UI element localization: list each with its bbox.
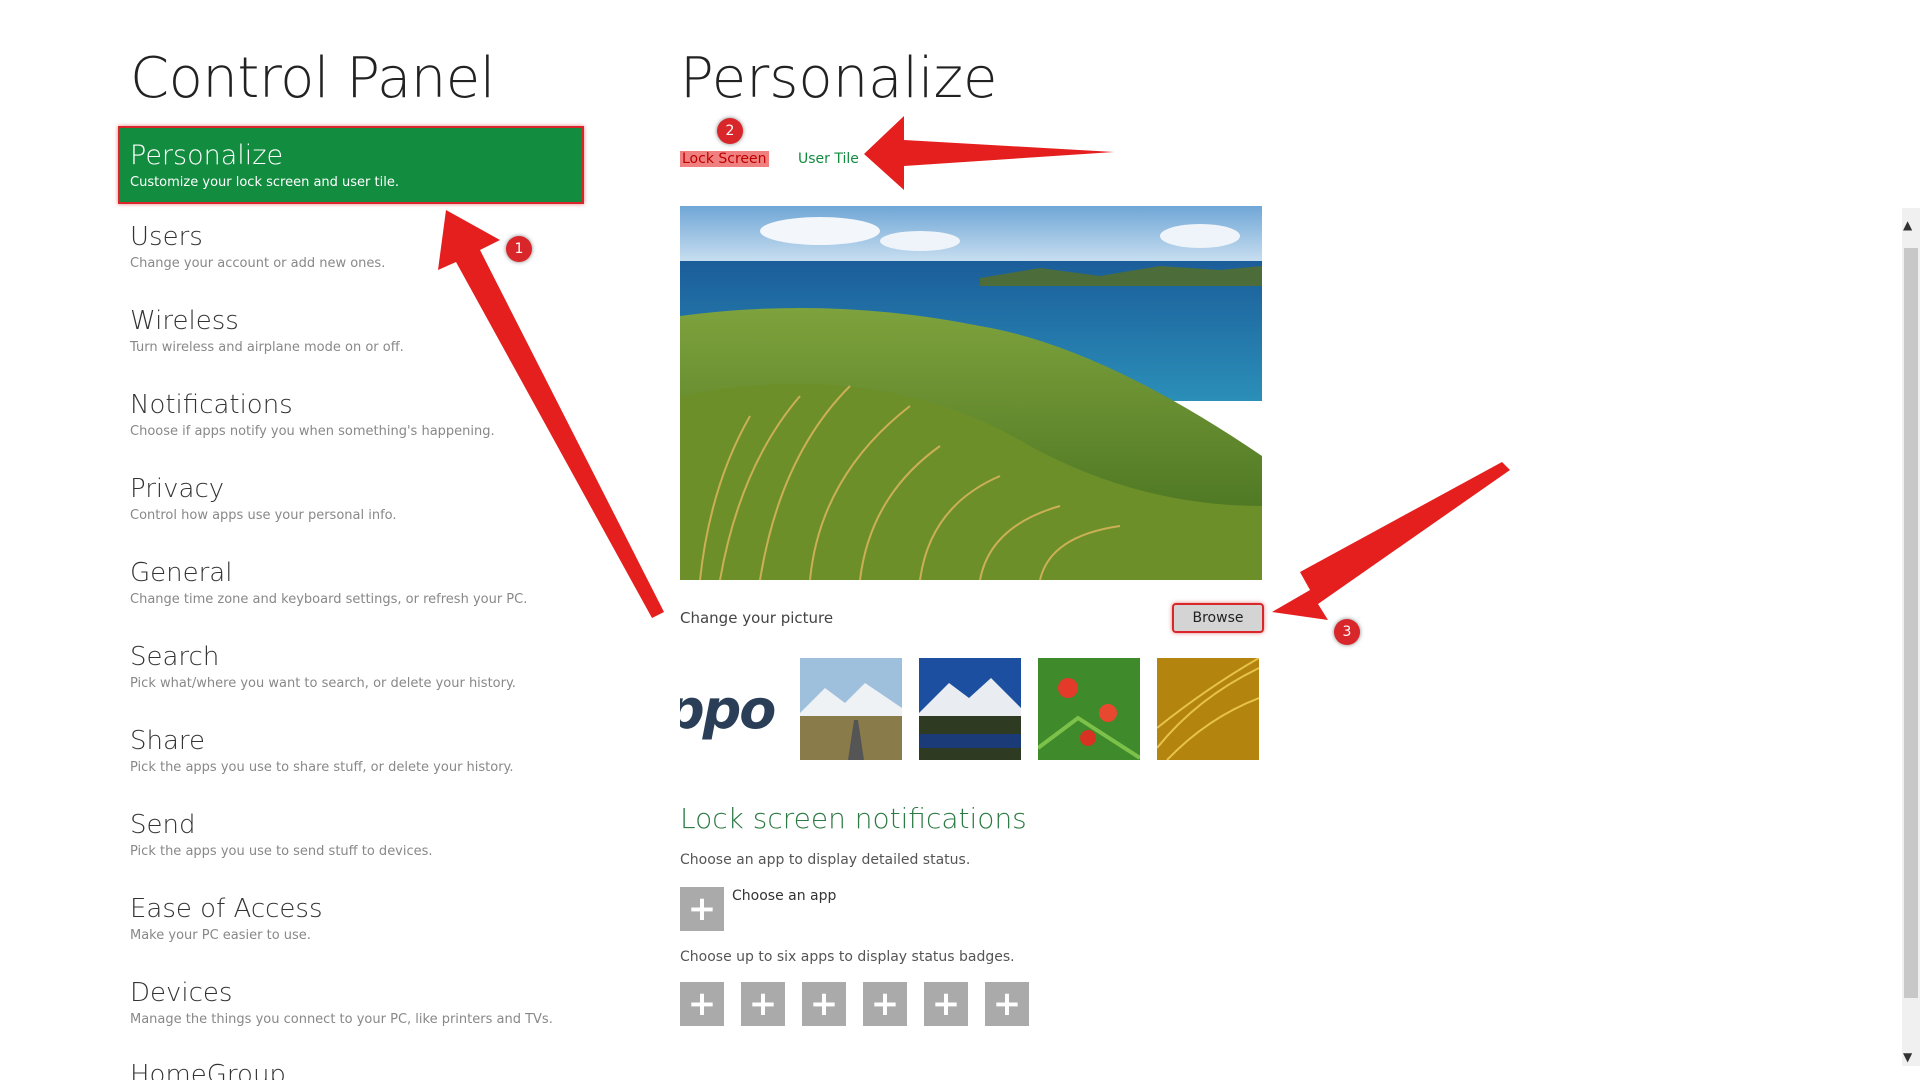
nav-desc: Make your PC easier to use. [130,928,311,943]
nav-desc: Turn wireless and airplane mode on or of… [130,340,404,355]
choose-app-button[interactable]: + [680,887,724,931]
nav-label: Wireless [130,306,239,336]
nav-desc: Control how apps use your personal info. [130,508,397,523]
nav-label: Devices [130,978,233,1008]
thumbnail-3[interactable] [919,658,1021,760]
nav-homegroup[interactable]: HomeGroup [130,1060,580,1080]
nav-ease-of-access[interactable]: Ease of Access Make your PC easier to us… [130,894,580,943]
nav-desc: Choose if apps notify you when something… [130,424,495,439]
nav-label: Privacy [130,474,225,504]
nav-desc: Customize your lock screen and user tile… [130,175,399,190]
nav-desc: Change time zone and keyboard settings, … [130,592,528,607]
nav-label: Search [130,642,220,672]
nav-desc: Pick what/where you want to search, or d… [130,676,516,691]
nav-notifications[interactable]: Notifications Choose if apps notify you … [130,390,580,439]
nav-send[interactable]: Send Pick the apps you use to send stuff… [130,810,580,859]
change-picture-label: Change your picture [680,609,834,627]
nav-share[interactable]: Share Pick the apps you use to share stu… [130,726,580,775]
add-badge-app-button[interactable]: + [680,982,724,1026]
thumb-logo-text: ppo [680,677,776,741]
thumbnail-5[interactable] [1157,658,1259,760]
nav-desc: Pick the apps you use to send stuff to d… [130,844,433,859]
control-panel-title: Control Panel [130,46,495,111]
nav-label: Share [130,726,206,756]
nav-label: Ease of Access [130,894,323,924]
page-title: Personalize [680,46,998,111]
nav-privacy[interactable]: Privacy Control how apps use your person… [130,474,580,523]
tab-user-tile[interactable]: User Tile [798,151,859,167]
nav-desc: Manage the things you connect to your PC… [130,1012,553,1027]
add-badge-app-button[interactable]: + [802,982,846,1026]
nav-label: Notifications [130,390,293,420]
annotation-badge-3: 3 [1334,619,1360,645]
nav-label: Send [130,810,196,840]
tab-lock-screen[interactable]: Lock Screen [680,151,769,167]
nav-label: HomeGroup [130,1060,286,1080]
add-badge-app-button[interactable]: + [741,982,785,1026]
add-badge-app-button[interactable]: + [863,982,907,1026]
scroll-down-icon[interactable]: ▼ [1903,1050,1912,1064]
scroll-up-icon[interactable]: ▲ [1903,218,1912,232]
nav-wireless[interactable]: Wireless Turn wireless and airplane mode… [130,306,580,355]
annotation-badge-2: 2 [717,118,743,144]
nav-general[interactable]: General Change time zone and keyboard se… [130,558,580,607]
nav-devices[interactable]: Devices Manage the things you connect to… [130,978,580,1027]
nav-desc: Pick the apps you use to share stuff, or… [130,760,514,775]
thumbnail-2[interactable] [800,658,902,760]
lock-screen-preview-image [680,206,1262,580]
lock-screen-notifications-heading: Lock screen notifications [680,802,1027,835]
scrollbar-thumb[interactable] [1904,248,1918,998]
thumbnail-4[interactable] [1038,658,1140,760]
status-badges-desc: Choose up to six apps to display status … [680,949,1015,965]
browse-button[interactable]: Browse [1172,603,1264,633]
add-badge-app-button[interactable]: + [985,982,1029,1026]
detailed-status-desc: Choose an app to display detailed status… [680,852,971,868]
thumbnail-1[interactable]: ppo [680,658,782,760]
choose-app-label: Choose an app [732,888,837,904]
add-badge-app-button[interactable]: + [924,982,968,1026]
nav-personalize[interactable]: Personalize Customize your lock screen a… [118,126,584,204]
nav-label: Personalize [130,140,284,171]
annotation-badge-1: 1 [506,236,532,262]
nav-label: General [130,558,233,588]
nav-search[interactable]: Search Pick what/where you want to searc… [130,642,580,691]
